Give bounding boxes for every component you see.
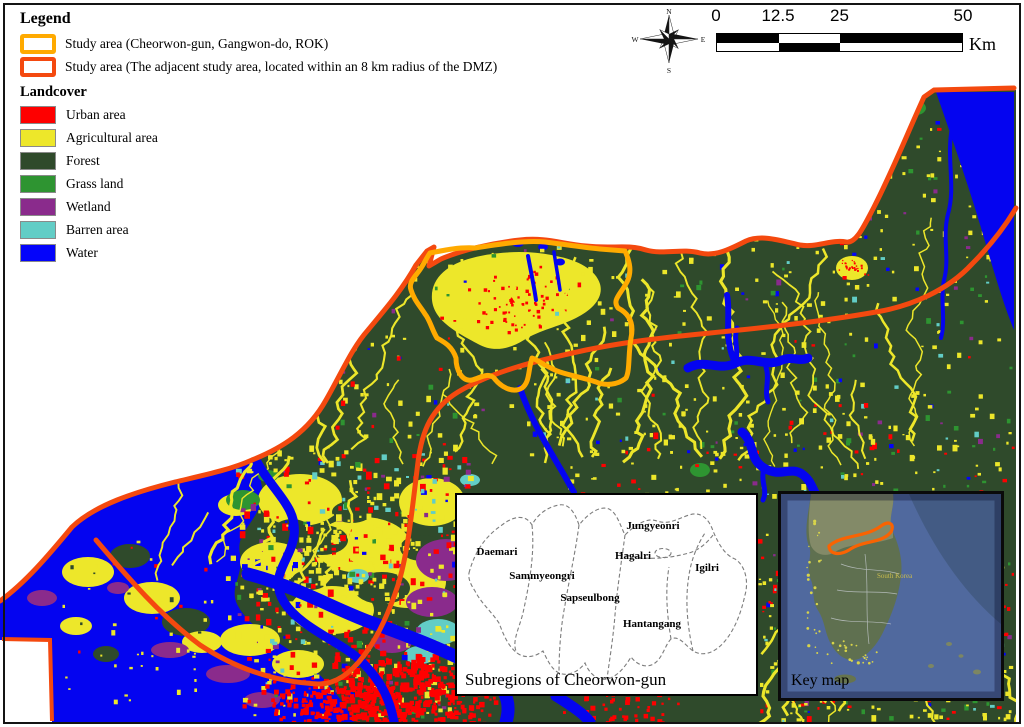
compass-south-label: S <box>667 66 671 75</box>
water-swatch <box>20 244 56 262</box>
legend-item-wetland: Wetland <box>20 195 620 218</box>
compass-west-label: W <box>631 35 639 44</box>
study-area-cheorwon-swatch <box>20 34 56 54</box>
agricultural-swatch <box>20 129 56 147</box>
key-map-caption: Key map <box>791 672 849 690</box>
urban-swatch <box>20 106 56 124</box>
subregion-label: Daemari <box>477 546 518 558</box>
scale-tick-0: 0 <box>711 6 720 26</box>
scale-bar: 0 12.5 25 50 Km <box>716 6 1016 56</box>
wetland-swatch <box>20 198 56 216</box>
subregion-label: Hantangang <box>623 618 682 630</box>
scale-tick-25: 25 <box>830 6 849 26</box>
grass-swatch <box>20 175 56 193</box>
legend-item-grass: Grass land <box>20 172 620 195</box>
subregions-inset: Daemari Sammyeongri Sapseulbong Jungyeonri H… <box>455 493 758 696</box>
compass-star-icon <box>640 15 698 63</box>
key-map: South Korea <box>781 494 1001 698</box>
landcover-map-figure: Legend Study area (Cheorwon-gun, Gangwon… <box>0 0 1024 727</box>
legend-item-water: Water <box>20 241 620 264</box>
subregion-labels: Daemari Sammyeongri Sapseulbong Jungyeonri H… <box>477 520 719 630</box>
forest-swatch <box>20 152 56 170</box>
compass-rose: N E S W <box>630 3 708 77</box>
subregion-label: Jungyeonri <box>626 520 679 532</box>
barren-swatch <box>20 221 56 239</box>
subregion-label: Sammyeongri <box>509 570 574 582</box>
legend-study-area-row: Study area (Cheorwon-gun, Gangwon-do, RO… <box>20 34 620 54</box>
key-map-inset: South Korea Key map <box>778 491 1004 701</box>
study-area-dmz-swatch <box>20 57 56 77</box>
legend-item-urban: Urban area <box>20 103 620 126</box>
subregions-map: Daemari Sammyeongri Sapseulbong Jungyeonri H… <box>457 495 756 694</box>
legend-item-barren: Barren area <box>20 218 620 241</box>
country-label: South Korea <box>877 572 913 580</box>
compass-east-label: E <box>701 35 706 44</box>
study-area-dmz-label: Study area (The adjacent study area, loc… <box>65 59 497 75</box>
compass-north-label: N <box>666 7 672 16</box>
legend-title: Legend <box>20 10 620 28</box>
legend-item-agricultural: Agricultural area <box>20 126 620 149</box>
legend-study-area-row: Study area (The adjacent study area, loc… <box>20 57 620 77</box>
scale-tick-12-5: 12.5 <box>761 6 794 26</box>
subregions-caption: Subregions of Cheorwon-gun <box>465 670 666 690</box>
legend-item-forest: Forest <box>20 149 620 172</box>
landcover-title: Landcover <box>20 84 620 101</box>
scale-tick-50: 50 <box>954 6 973 26</box>
subregion-label: Sapseulbong <box>560 592 620 604</box>
legend-panel: Legend Study area (Cheorwon-gun, Gangwon… <box>20 10 620 264</box>
subregion-label: Hagalri <box>615 550 651 562</box>
study-area-cheorwon-label: Study area (Cheorwon-gun, Gangwon-do, RO… <box>65 36 328 52</box>
scale-unit-label: Km <box>969 34 996 55</box>
scale-bar-checker <box>716 33 963 52</box>
subregion-label: Igilri <box>695 562 719 574</box>
